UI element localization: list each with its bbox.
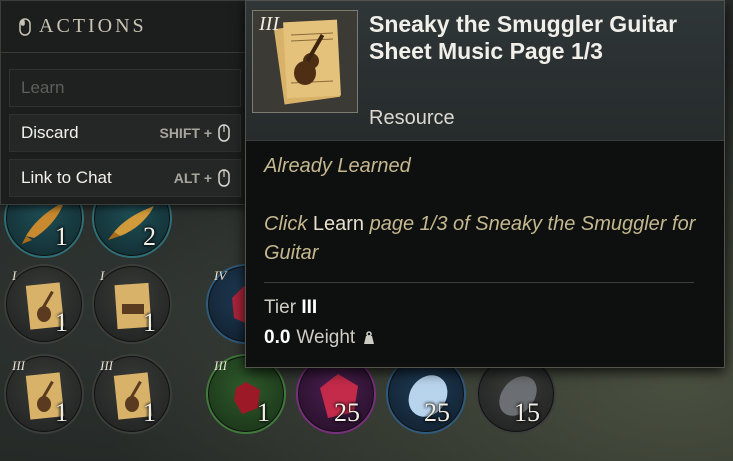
discard-shortcut: SHIFT +: [159, 124, 230, 142]
learned-status: Already Learned: [264, 155, 411, 177]
inventory-slot[interactable]: I 1: [4, 264, 84, 344]
item-tier-badge: III: [259, 13, 279, 35]
item-title: Sneaky the Smuggler Guitar Sheet Music P…: [369, 11, 678, 64]
tooltip-divider: [264, 282, 694, 283]
weight-value: 0.0: [264, 327, 291, 348]
mouse-icon: [19, 17, 31, 36]
slot-quantity: 25: [334, 398, 360, 427]
weight-label: Weight: [296, 327, 356, 348]
item-tier: Tier III: [264, 297, 706, 319]
slot-tier: I: [12, 268, 17, 283]
inventory-slot[interactable]: III 1: [92, 354, 172, 434]
slot-quantity: 1: [143, 398, 156, 427]
link-to-chat-button[interactable]: Link to Chat ALT +: [9, 159, 241, 197]
slot-quantity: 1: [55, 398, 68, 427]
slot-tier: I: [100, 268, 105, 283]
tooltip-header: III Sneaky the Smuggler Guitar Sheet Mus…: [246, 1, 724, 141]
shortcut-modifier: ALT +: [173, 170, 212, 186]
desc-prefix: Click: [264, 213, 313, 235]
desc-keyword: Learn: [312, 213, 365, 235]
link-to-chat-shortcut: ALT +: [174, 169, 230, 187]
tier-value: III: [301, 297, 318, 318]
learn-label: Learn: [21, 78, 65, 97]
link-to-chat-label: Link to Chat: [21, 168, 112, 187]
tooltip-body: Already Learned Click Learn page 1/3 of …: [246, 141, 724, 349]
item-type: Resource: [369, 107, 455, 129]
slot-quantity: 25: [424, 398, 450, 427]
shortcut-modifier: SHIFT +: [159, 125, 212, 141]
actions-header: ACTIONS: [1, 1, 245, 53]
actions-title: ACTIONS: [39, 15, 147, 37]
inventory-slot[interactable]: I 1: [92, 264, 172, 344]
item-thumbnail: III: [252, 10, 358, 113]
slot-quantity: 1: [55, 222, 68, 251]
actions-menu: ACTIONS Learn Discard SHIFT + Link to Ch…: [0, 0, 246, 205]
tier-label: Tier: [264, 297, 297, 318]
inventory-slot[interactable]: III 1: [4, 354, 84, 434]
weight-icon: [364, 331, 375, 344]
slot-quantity: 15: [514, 398, 540, 427]
item-description: Click Learn page 1/3 of Sneaky the Smugg…: [264, 210, 729, 268]
slot-quantity: 1: [257, 398, 270, 427]
learn-button[interactable]: Learn: [9, 69, 241, 107]
slot-quantity: 1: [143, 308, 156, 337]
mouse-icon: [218, 169, 230, 187]
mouse-icon: [218, 124, 230, 142]
discard-label: Discard: [21, 123, 79, 142]
slot-quantity: 1: [55, 308, 68, 337]
discard-button[interactable]: Discard SHIFT +: [9, 114, 241, 152]
item-weight: 0.0 Weight: [264, 327, 706, 349]
slot-quantity: 2: [143, 222, 156, 251]
item-tooltip: III Sneaky the Smuggler Guitar Sheet Mus…: [245, 0, 725, 368]
